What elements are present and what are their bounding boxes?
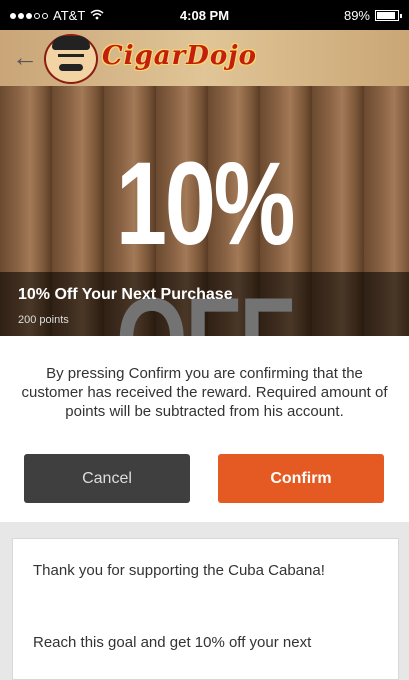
goal-text: Reach this goal and get 10% off your nex… (33, 634, 312, 651)
reward-title: 10% Off Your Next Purchase (18, 286, 233, 303)
battery-info: 89% (343, 8, 402, 23)
cancel-button[interactable]: Cancel (24, 454, 190, 503)
thanks-text: Thank you for supporting the Cuba Cabana… (33, 562, 325, 579)
confirmation-panel: By pressing Confirm you are confirming t… (0, 336, 409, 522)
app-header: ← CigarDojo (0, 30, 409, 86)
back-arrow-icon[interactable]: ← (12, 42, 38, 73)
battery-icon (375, 10, 402, 21)
status-bar: AT&T 4:08 PM 89% (0, 0, 409, 30)
reward-banner: 10% OFF 10% Off Your Next Purchase 200 p… (0, 86, 409, 336)
battery-percent: 89% (343, 8, 370, 23)
logo-mascot-icon (44, 34, 98, 84)
app-logo: CigarDojo (102, 41, 257, 71)
confirm-button[interactable]: Confirm (218, 454, 384, 503)
banner-caption: 10% Off Your Next Purchase 200 points (0, 272, 409, 336)
reward-description-card: Thank you for supporting the Cuba Cabana… (12, 538, 399, 680)
confirmation-message: By pressing Confirm you are confirming t… (21, 365, 388, 420)
reward-points: 200 points (18, 314, 69, 326)
